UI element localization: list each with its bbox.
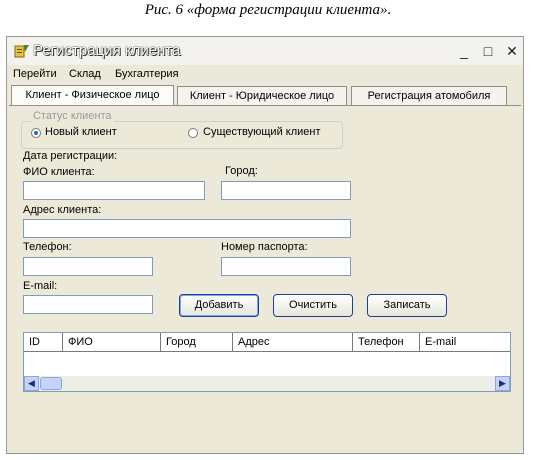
column-header-phone[interactable]: Телефон (353, 333, 420, 351)
minimize-button[interactable]: _ (455, 42, 473, 60)
tab-legal-client[interactable]: Клиент - Юридическое лицо (177, 86, 347, 105)
address-label: Адрес клиента: (23, 204, 102, 216)
scroll-right-arrow-icon[interactable]: ▶ (495, 376, 510, 391)
tab-individual-client[interactable]: Клиент - Физическое лицо (11, 85, 174, 106)
add-button[interactable]: Добавить (179, 294, 259, 317)
address-input[interactable] (23, 219, 351, 238)
client-status-group-label: Статус клиента (31, 110, 114, 122)
close-button[interactable]: ✕ (503, 42, 521, 60)
maximize-button[interactable]: □ (479, 42, 497, 60)
scroll-thumb[interactable] (40, 377, 62, 390)
email-label: E-mail: (23, 280, 58, 292)
client-name-input[interactable] (23, 181, 205, 200)
column-header-name[interactable]: ФИО (63, 333, 161, 351)
horizontal-scrollbar[interactable]: ◀ ▶ (24, 376, 510, 391)
new-client-label[interactable]: Новый клиент (45, 126, 117, 138)
phone-input[interactable] (23, 257, 153, 276)
column-header-email[interactable]: E-mail (420, 333, 510, 351)
clients-table[interactable]: ID ФИО Город Адрес Телефон E-mail ◀ ▶ (23, 332, 511, 392)
registration-date-label: Дата регистрации: (23, 150, 118, 162)
menu-bar: Перейти Склад Бухгалтерия (7, 66, 523, 84)
menu-item-navigate[interactable]: Перейти (13, 68, 57, 80)
client-name-label: ФИО клиента: (23, 166, 95, 178)
column-header-address[interactable]: Адрес (233, 333, 353, 351)
window-title: Регистрация клиента (33, 42, 181, 59)
app-window: Регистрация клиента _ □ ✕ Перейти Склад … (6, 36, 524, 454)
table-header: ID ФИО Город Адрес Телефон E-mail (24, 333, 510, 352)
menu-item-warehouse[interactable]: Склад (69, 68, 101, 80)
new-client-radio[interactable] (31, 128, 41, 138)
title-bar[interactable]: Регистрация клиента _ □ ✕ (7, 37, 523, 65)
passport-label: Номер паспорта: (221, 241, 308, 253)
save-button[interactable]: Записать (367, 294, 447, 317)
existing-client-radio[interactable] (188, 128, 198, 138)
city-input[interactable] (221, 181, 351, 200)
figure-caption: Рис. 6 «форма регистрации клиента». (144, 2, 392, 18)
scroll-left-arrow-icon[interactable]: ◀ (24, 376, 39, 391)
tab-car-registration[interactable]: Регистрация атомобиля (351, 86, 507, 105)
existing-client-label[interactable]: Существующий клиент (203, 126, 321, 138)
app-icon (14, 45, 29, 58)
city-label: Город: (225, 165, 258, 177)
passport-input[interactable] (221, 257, 351, 276)
clear-button[interactable]: Очистить (273, 294, 353, 317)
email-input[interactable] (23, 295, 153, 314)
column-header-id[interactable]: ID (24, 333, 63, 351)
menu-item-accounting[interactable]: Бухгалтерия (115, 68, 179, 80)
phone-label: Телефон: (23, 241, 72, 253)
column-header-city[interactable]: Город (161, 333, 233, 351)
